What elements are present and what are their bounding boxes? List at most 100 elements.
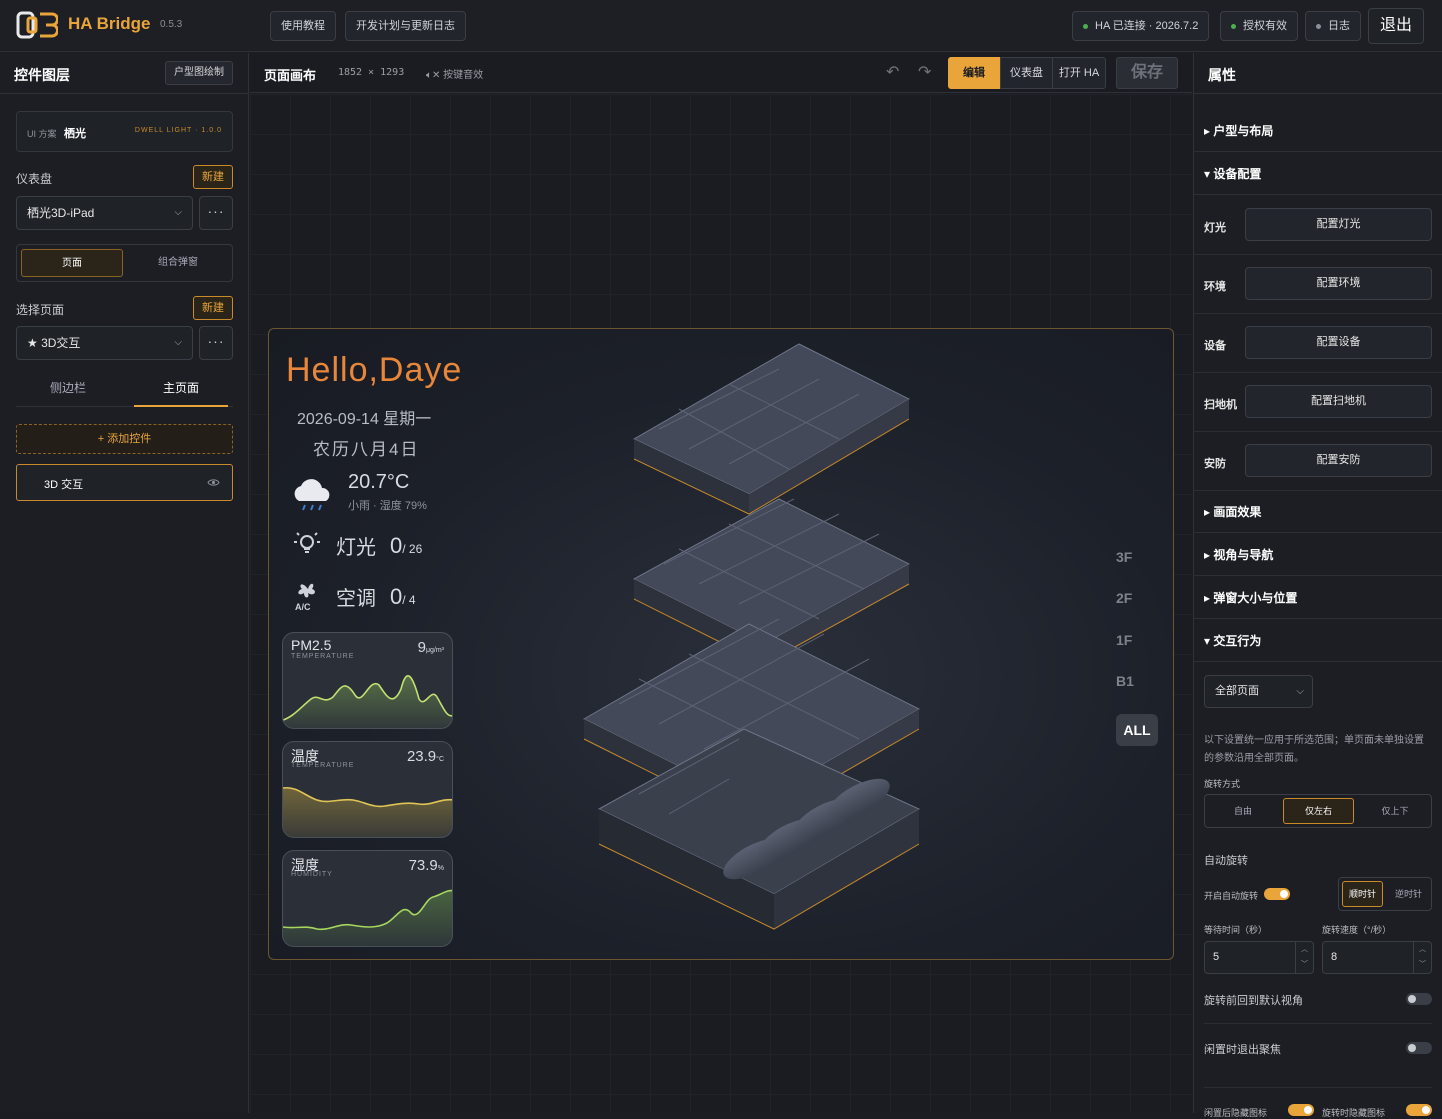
card-title: PM2.5	[291, 637, 332, 653]
license-badge[interactable]: 授权有效	[1220, 11, 1298, 41]
config-lights-button[interactable]: 配置灯光	[1245, 208, 1432, 241]
config-vacuum-button[interactable]: 配置扫地机	[1245, 385, 1432, 418]
humidity-card[interactable]: 湿度 HUMIDITY 73.9%	[282, 850, 453, 947]
open-ha-button[interactable]: 打开 HA	[1052, 57, 1106, 89]
floor-3f-button[interactable]: 3F	[1116, 549, 1132, 565]
active-tab-indicator	[134, 405, 228, 407]
scope-select[interactable]: 全部页面 ⌵	[1204, 675, 1313, 708]
ui-scheme-card[interactable]: UI 方案 栖光 DWELL LIGHT · 1.0.0	[16, 111, 233, 152]
scheme-tag: DWELL LIGHT · 1.0.0	[134, 127, 222, 134]
save-button[interactable]: 保存	[1116, 57, 1178, 89]
tab-combo-popup[interactable]: 组合弹窗	[127, 249, 229, 277]
ac-on-value: 0	[390, 584, 403, 609]
new-page-button[interactable]: 新建	[193, 296, 233, 320]
floor-all-button[interactable]: ALL	[1116, 714, 1158, 746]
config-security-button[interactable]: 配置安防	[1245, 444, 1432, 477]
log-text: 日志	[1328, 20, 1350, 32]
dashboard-preview: Hello,Daye 2026-09-14 星期一 农历八月4日 20.7°C …	[268, 328, 1174, 960]
floor-1f-button[interactable]: 1F	[1116, 632, 1132, 648]
pm25-card[interactable]: PM2.5 TEMPERATURE 9μg/m³	[282, 632, 453, 729]
card-unit: °C	[436, 756, 444, 763]
page-select-value: ★ 3D交互	[27, 336, 81, 350]
config-devices-button[interactable]: 配置设备	[1245, 326, 1432, 359]
rotate-horizontal-option[interactable]: 仅左右	[1283, 798, 1354, 824]
caret-right-icon: ▸	[1204, 505, 1214, 519]
idle-exit-toggle[interactable]	[1406, 1042, 1432, 1054]
rotate-speed-label: 旋转速度（°/秒）	[1322, 925, 1392, 935]
tutorial-button[interactable]: 使用教程	[270, 11, 336, 41]
section-view[interactable]: ▸ 视角与导航	[1194, 534, 1442, 576]
rotate-hide-toggle[interactable]	[1406, 1104, 1432, 1116]
ha-status-badge[interactable]: HA 已连接 · 2026.7.2	[1072, 11, 1210, 41]
idle-hide-toggle[interactable]	[1288, 1104, 1314, 1116]
section-label: 视角与导航	[1213, 548, 1274, 562]
rotate-vertical-option[interactable]: 仅上下	[1357, 795, 1433, 827]
mode-edit-button[interactable]: 编辑	[948, 57, 1000, 89]
status-dot-icon	[1231, 23, 1236, 29]
ac-fan-icon: A/C	[295, 583, 315, 611]
canvas-toolbar: 页面画布 1852 × 1293 🔈︎✕ 按键音效 ↶ ↷ 编辑 仪表盘 打开 …	[250, 53, 1192, 93]
caret-right-icon: ▸	[1204, 548, 1214, 562]
status-dot-icon	[1316, 23, 1321, 29]
scheme-prefix: UI 方案	[27, 129, 57, 139]
layer-item[interactable]: 3D 交互	[16, 464, 233, 501]
section-popup[interactable]: ▸ 弹窗大小与位置	[1194, 577, 1442, 619]
device-row-label: 安防	[1204, 458, 1226, 470]
section-layout[interactable]: ▸ 户型与布局	[1194, 110, 1442, 152]
auto-rotate-toggle[interactable]	[1264, 888, 1290, 900]
stepper-icon[interactable]: ︿ ﹀	[1295, 942, 1313, 973]
rotate-mode-label: 旋转方式	[1204, 779, 1241, 789]
exit-button[interactable]: 退出	[1368, 8, 1424, 44]
section-effects[interactable]: ▸ 画面效果	[1194, 491, 1442, 533]
rotate-free-option[interactable]: 自由	[1205, 795, 1281, 827]
greeting: Hello,Daye	[286, 351, 463, 389]
dashboard-select[interactable]: 栖光3D-iPad ⌵	[16, 196, 193, 230]
page-select[interactable]: ★ 3D交互 ⌵	[16, 326, 193, 360]
stepper-icon[interactable]: ︿ ﹀	[1413, 942, 1431, 973]
card-unit: μg/m³	[425, 647, 444, 654]
caret-right-icon: ▸	[1204, 591, 1214, 605]
undo-icon[interactable]: ↶	[886, 62, 899, 82]
new-dashboard-button[interactable]: 新建	[193, 165, 233, 189]
redo-icon[interactable]: ↷	[918, 62, 931, 82]
floor-2f-button[interactable]: 2F	[1116, 590, 1132, 606]
mode-dashboard-button[interactable]: 仪表盘	[1000, 57, 1053, 89]
config-environment-button[interactable]: 配置环境	[1245, 267, 1432, 300]
reset-view-toggle[interactable]	[1406, 993, 1432, 1005]
rotate-speed-input[interactable]: 8 ︿ ﹀	[1322, 941, 1432, 974]
counterclockwise-option[interactable]: 逆时针	[1386, 878, 1431, 910]
floor-b1-button[interactable]: B1	[1116, 673, 1134, 689]
ac-label: 空调	[336, 588, 376, 610]
add-widget-button[interactable]: + 添加控件	[16, 424, 233, 454]
section-interaction[interactable]: ▾ 交互行为	[1194, 620, 1442, 662]
direction-segment: 顺时针 逆时针	[1338, 877, 1432, 911]
eye-icon[interactable]	[207, 478, 220, 487]
humidity-sparkline	[283, 889, 452, 946]
section-label: 弹窗大小与位置	[1213, 591, 1298, 605]
caret-right-icon: ▸	[1204, 124, 1214, 138]
section-devices[interactable]: ▾ 设备配置	[1194, 153, 1442, 195]
wait-time-input[interactable]: 5 ︿ ﹀	[1204, 941, 1314, 974]
weather-desc: 小雨 · 湿度 79%	[348, 500, 427, 512]
section-label: 交互行为	[1213, 634, 1262, 648]
tab-main-page[interactable]: 主页面	[134, 379, 228, 396]
sound-toggle[interactable]: 🔈︎✕ 按键音效	[426, 66, 483, 81]
house-3d-model[interactable]	[579, 339, 939, 949]
section-label: 设备配置	[1213, 167, 1262, 181]
card-value: 9μg/m³	[418, 639, 444, 656]
tab-sidebar[interactable]: 侧边栏	[16, 379, 120, 396]
device-row-label: 灯光	[1204, 222, 1226, 234]
dashboard-more-button[interactable]: ···	[199, 196, 233, 230]
roadmap-button[interactable]: 开发计划与更新日志	[345, 11, 466, 41]
license-text: 授权有效	[1243, 20, 1287, 32]
canvas-grid: Hello,Daye 2026-09-14 星期一 农历八月4日 20.7°C …	[250, 94, 1192, 1113]
clockwise-option[interactable]: 顺时针	[1342, 881, 1383, 907]
tab-page[interactable]: 页面	[21, 249, 123, 277]
log-button[interactable]: 日志	[1305, 11, 1361, 41]
temperature-card[interactable]: 温度 TEMPERATURE 23.9°C	[282, 741, 453, 838]
properties-panel: 属性 ▸ 户型与布局 ▾ 设备配置 灯光 配置灯光 环境 配置环境 设备 配置设…	[1193, 53, 1442, 1118]
dashboard-label: 仪表盘	[16, 172, 53, 186]
card-value-number: 23.9	[406, 748, 437, 765]
floorplan-draw-button[interactable]: 户型图绘制	[165, 61, 233, 85]
page-more-button[interactable]: ···	[199, 326, 233, 360]
